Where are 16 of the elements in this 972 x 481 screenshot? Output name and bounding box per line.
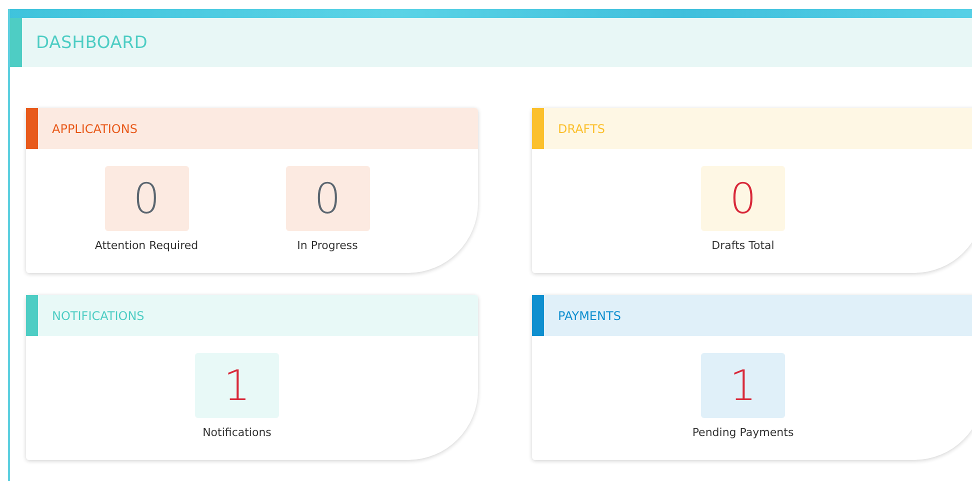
accent-bar xyxy=(10,18,22,67)
stat-label: In Progress xyxy=(297,239,358,252)
card-title: NOTIFICATIONS xyxy=(52,308,144,322)
page-title: DASHBOARD xyxy=(36,32,148,52)
count-tile: 1 xyxy=(195,353,279,418)
count-tile: 0 xyxy=(701,166,785,231)
stat-label: Drafts Total xyxy=(712,239,774,252)
count-tile: 0 xyxy=(286,166,370,231)
stat-label: Notifications xyxy=(202,426,272,439)
card-title: APPLICATIONS xyxy=(52,122,138,136)
count-tile: 1 xyxy=(701,353,785,418)
stat-label: Attention Required xyxy=(94,239,198,252)
card-title: PAYMENTS xyxy=(558,308,621,322)
count-tile: 0 xyxy=(104,166,188,231)
card-title: DRAFTS xyxy=(558,122,605,136)
stat-label: Pending Payments xyxy=(692,426,794,439)
